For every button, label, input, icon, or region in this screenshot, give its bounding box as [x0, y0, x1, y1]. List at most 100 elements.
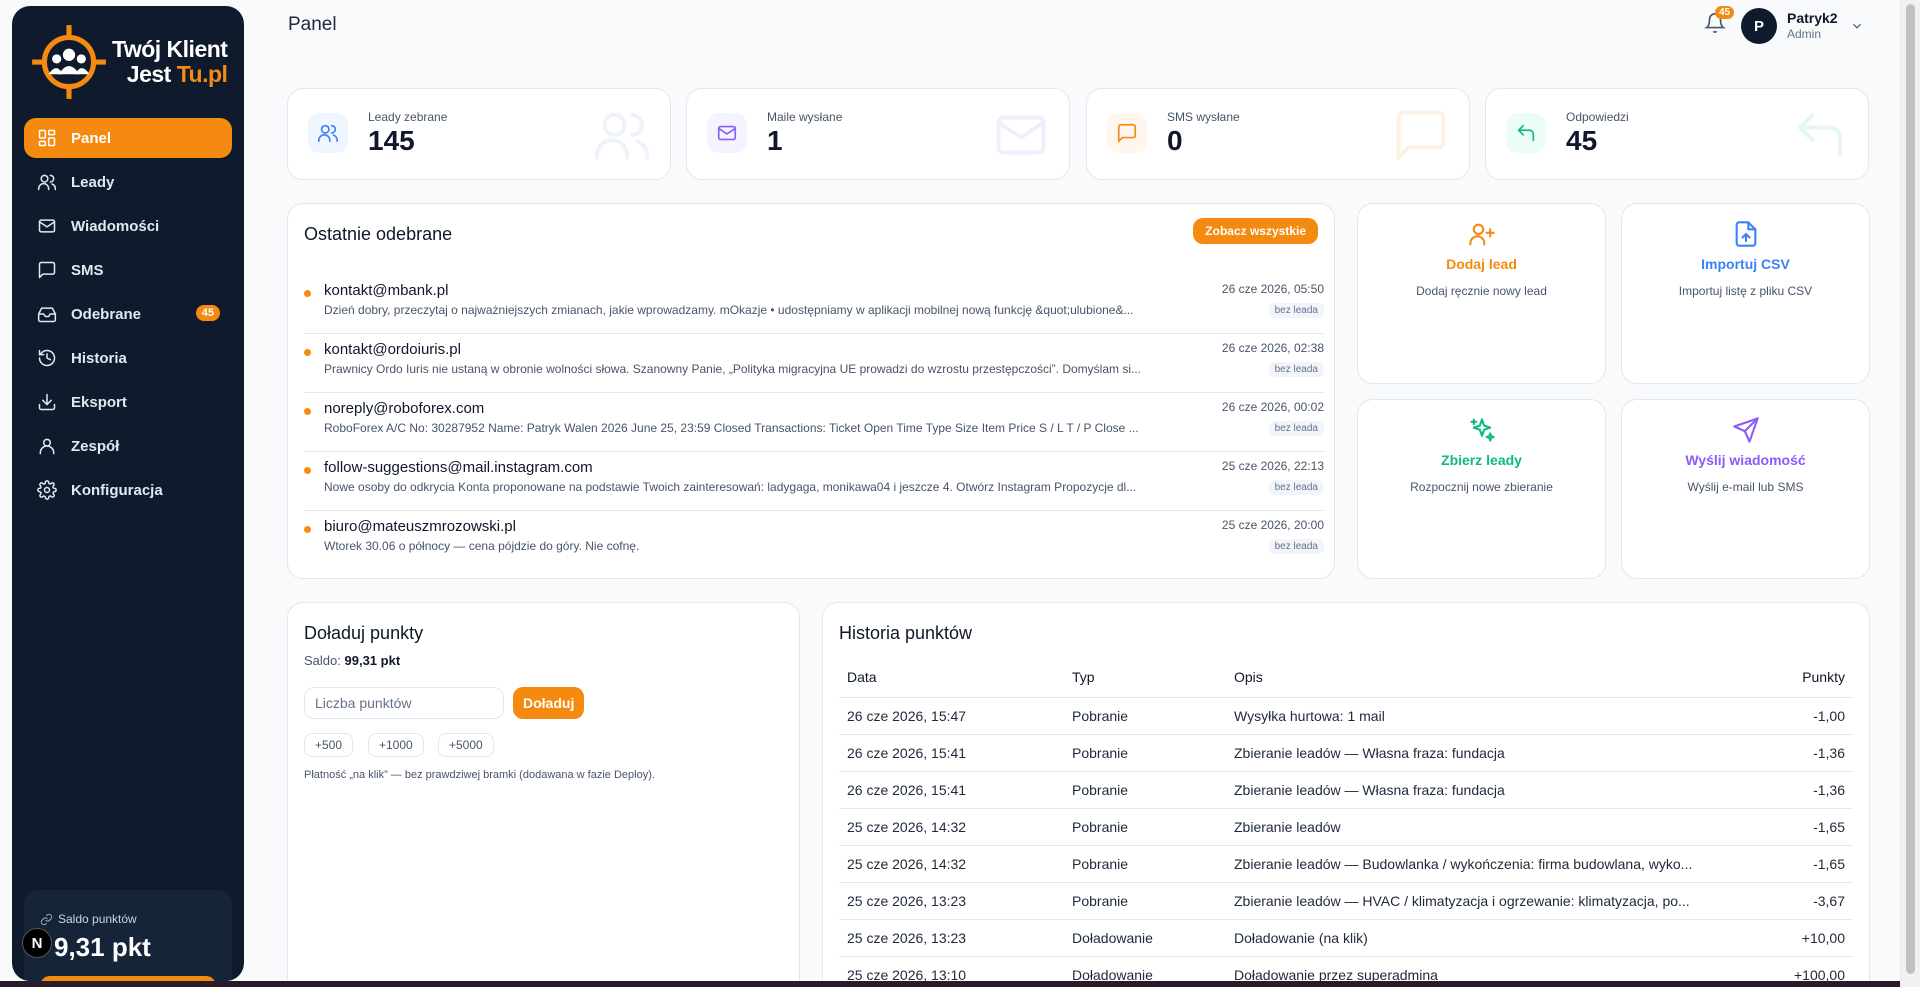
balance-value: 9,31 pkt — [54, 932, 151, 962]
cell-points: -1,00 — [1746, 697, 1853, 735]
sidebar-item-wiadomosci[interactable]: Wiadomości — [24, 206, 232, 246]
page-title: Panel — [288, 14, 337, 35]
notifications-button[interactable]: 45 — [1704, 6, 1735, 36]
collect-leads-button[interactable]: Zbierz leady Rozpocznij nowe zbieranie — [1357, 399, 1606, 579]
points-input[interactable] — [304, 687, 504, 719]
action-desc: Rozpocznij nowe zbieranie — [1410, 480, 1553, 494]
message-square-icon — [37, 260, 57, 280]
user-plus-icon — [1358, 220, 1605, 248]
unread-badge: 45 — [195, 305, 220, 321]
send-message-button[interactable]: Wyślij wiadomość Wyślij e-mail lub SMS — [1621, 399, 1870, 579]
sidebar-item-eksport[interactable]: Eksport — [24, 382, 232, 422]
sidebar-item-label: Wiadomości — [71, 217, 160, 235]
sidebar-item-label: Zespół — [71, 437, 120, 455]
status-badge: bez leada — [1268, 303, 1324, 318]
mail-preview: RoboForex A/C No: 30287952 Name: Patryk … — [324, 421, 1139, 435]
cell-type: Doładowanie — [1064, 919, 1226, 957]
users-icon — [308, 113, 348, 153]
action-desc: Importuj listę z pliku CSV — [1678, 284, 1813, 298]
notifications-badge: 45 — [1715, 6, 1735, 19]
sidebar-balance: Saldo punktów 9,31 pkt — [24, 890, 232, 981]
unread-dot — [304, 290, 311, 297]
action-title: Importuj CSV — [1701, 256, 1790, 272]
history-title: Historia punktów — [839, 623, 973, 643]
mail-sender: follow-suggestions@mail.instagram.com — [324, 459, 593, 476]
column-header-date[interactable]: Data — [839, 657, 1064, 698]
import-csv-button[interactable]: Importuj CSV Importuj listę z pliku CSV — [1621, 203, 1870, 384]
column-header-type[interactable]: Typ — [1064, 657, 1226, 698]
scrollbar-thumb[interactable] — [1906, 4, 1915, 974]
mail-sender: kontakt@ordoiuris.pl — [324, 341, 461, 358]
sidebar-item-panel[interactable]: Panel — [24, 118, 232, 158]
sparkles-icon — [1358, 416, 1605, 444]
page-scrollbar[interactable] — [1900, 0, 1920, 987]
stat-label: Leady zebrane — [368, 110, 448, 124]
sidebar-item-label: Leady — [71, 173, 115, 191]
logo-icon — [32, 25, 106, 99]
action-title: Dodaj lead — [1446, 256, 1517, 272]
mail-icon — [707, 113, 747, 153]
list-item[interactable]: follow-suggestions@mail.instagram.com No… — [304, 451, 1324, 511]
chip-5000[interactable]: +5000 — [438, 733, 494, 757]
message-square-icon — [1107, 113, 1147, 153]
cell-points: -1,65 — [1746, 845, 1853, 883]
status-badge: bez leada — [1268, 539, 1324, 554]
topup-balance-label: Saldo: — [304, 653, 341, 668]
add-lead-button[interactable]: Dodaj lead Dodaj ręcznie nowy lead — [1357, 203, 1606, 384]
sidebar-item-label: Konfiguracja — [71, 481, 163, 499]
mail-preview: Nowe osoby do odkrycia Konta proponowane… — [324, 480, 1137, 494]
list-item[interactable]: noreply@roboforex.com RoboForex A/C No: … — [304, 392, 1324, 452]
sidebar-item-zespol[interactable]: Zespół — [24, 426, 232, 466]
stat-label: Odpowiedzi — [1566, 110, 1629, 124]
column-header-desc[interactable]: Opis — [1226, 657, 1746, 698]
cell-desc: Wysyłka hurtowa: 1 mail — [1226, 697, 1746, 735]
table-row: 26 cze 2026, 15:47 Pobranie Wysyłka hurtow… — [839, 697, 1853, 735]
sidebar-item-konfiguracja[interactable]: Konfiguracja — [24, 470, 232, 510]
user-menu[interactable]: P Patryk2 Admin — [1741, 8, 1864, 44]
status-badge: bez leada — [1268, 421, 1324, 436]
table-row: 26 cze 2026, 15:41 Pobranie Zbieranie lead… — [839, 734, 1853, 772]
table-row: 25 cze 2026, 13:23 Pobranie Zbieranie lead… — [839, 882, 1853, 920]
table-row: 25 cze 2026, 13:23 Doładowanie Doładowanie… — [839, 919, 1853, 957]
chip-1000[interactable]: +1000 — [368, 733, 424, 757]
mail-date: 26 cze 2026, 02:38 — [1221, 341, 1324, 355]
list-item[interactable]: biuro@mateuszmrozowski.pl Wtorek 30.06 o… — [304, 510, 1324, 570]
cell-points: +10,00 — [1746, 919, 1853, 957]
download-icon — [37, 392, 57, 412]
sidebar-nav: Panel Leady Wiadomości SMS Odebrane 45 H… — [24, 118, 232, 514]
mail-icon — [37, 216, 57, 236]
cell-points: -1,36 — [1746, 771, 1853, 809]
mail-sender: biuro@mateuszmrozowski.pl — [324, 518, 516, 535]
sidebar-item-historia[interactable]: Historia — [24, 338, 232, 378]
table-row: 25 cze 2026, 14:32 Pobranie Zbieranie lead… — [839, 808, 1853, 846]
cell-type: Pobranie — [1064, 882, 1226, 920]
brand-line-2-b: Tu.pl — [176, 61, 228, 87]
cell-desc: Zbieranie leadów — Własna fraza: fundacj… — [1226, 734, 1746, 772]
mail-sender: noreply@roboforex.com — [324, 400, 485, 417]
cell-type: Pobranie — [1064, 845, 1226, 883]
cell-desc: Zbieranie leadów — [1226, 808, 1746, 846]
stat-value: 1 — [767, 125, 783, 156]
brand-logo[interactable]: Twój Klient Jest Tu.pl — [28, 20, 238, 104]
sidebar-item-odebrane[interactable]: Odebrane 45 — [24, 294, 232, 334]
topup-balance: Saldo: 99,31 pkt — [304, 653, 400, 668]
sidebar-item-label: SMS — [71, 261, 104, 279]
cell-type: Pobranie — [1064, 734, 1226, 772]
column-header-points[interactable]: Punkty — [1746, 657, 1853, 698]
cell-desc: Zbieranie leadów — HVAC / klimatyzacja i… — [1226, 882, 1746, 920]
sidebar-item-sms[interactable]: SMS — [24, 250, 232, 290]
sidebar-item-label: Eksport — [71, 393, 127, 411]
status-badge: bez leada — [1268, 362, 1324, 377]
cell-date: 25 cze 2026, 13:23 — [839, 882, 1064, 920]
nextjs-devtools-icon[interactable]: N — [22, 928, 52, 958]
list-item[interactable]: kontakt@ordoiuris.pl Prawnicy Ordo Iuris… — [304, 333, 1324, 393]
table-header-row: Data Typ Opis Punkty — [839, 657, 1853, 698]
sidebar-item-label: Panel — [71, 129, 112, 147]
see-all-button[interactable]: Zobacz wszystkie — [1193, 218, 1318, 244]
avatar: P — [1741, 8, 1777, 44]
list-item[interactable]: kontakt@mbank.pl Dzień dobry, przeczytaj… — [304, 274, 1324, 334]
topup-button[interactable]: Doładuj — [513, 687, 585, 719]
topup-card: Doładuj punkty Saldo: 99,31 pkt Doładuj … — [287, 602, 800, 987]
chip-500[interactable]: +500 — [304, 733, 354, 757]
sidebar-item-leady[interactable]: Leady — [24, 162, 232, 202]
